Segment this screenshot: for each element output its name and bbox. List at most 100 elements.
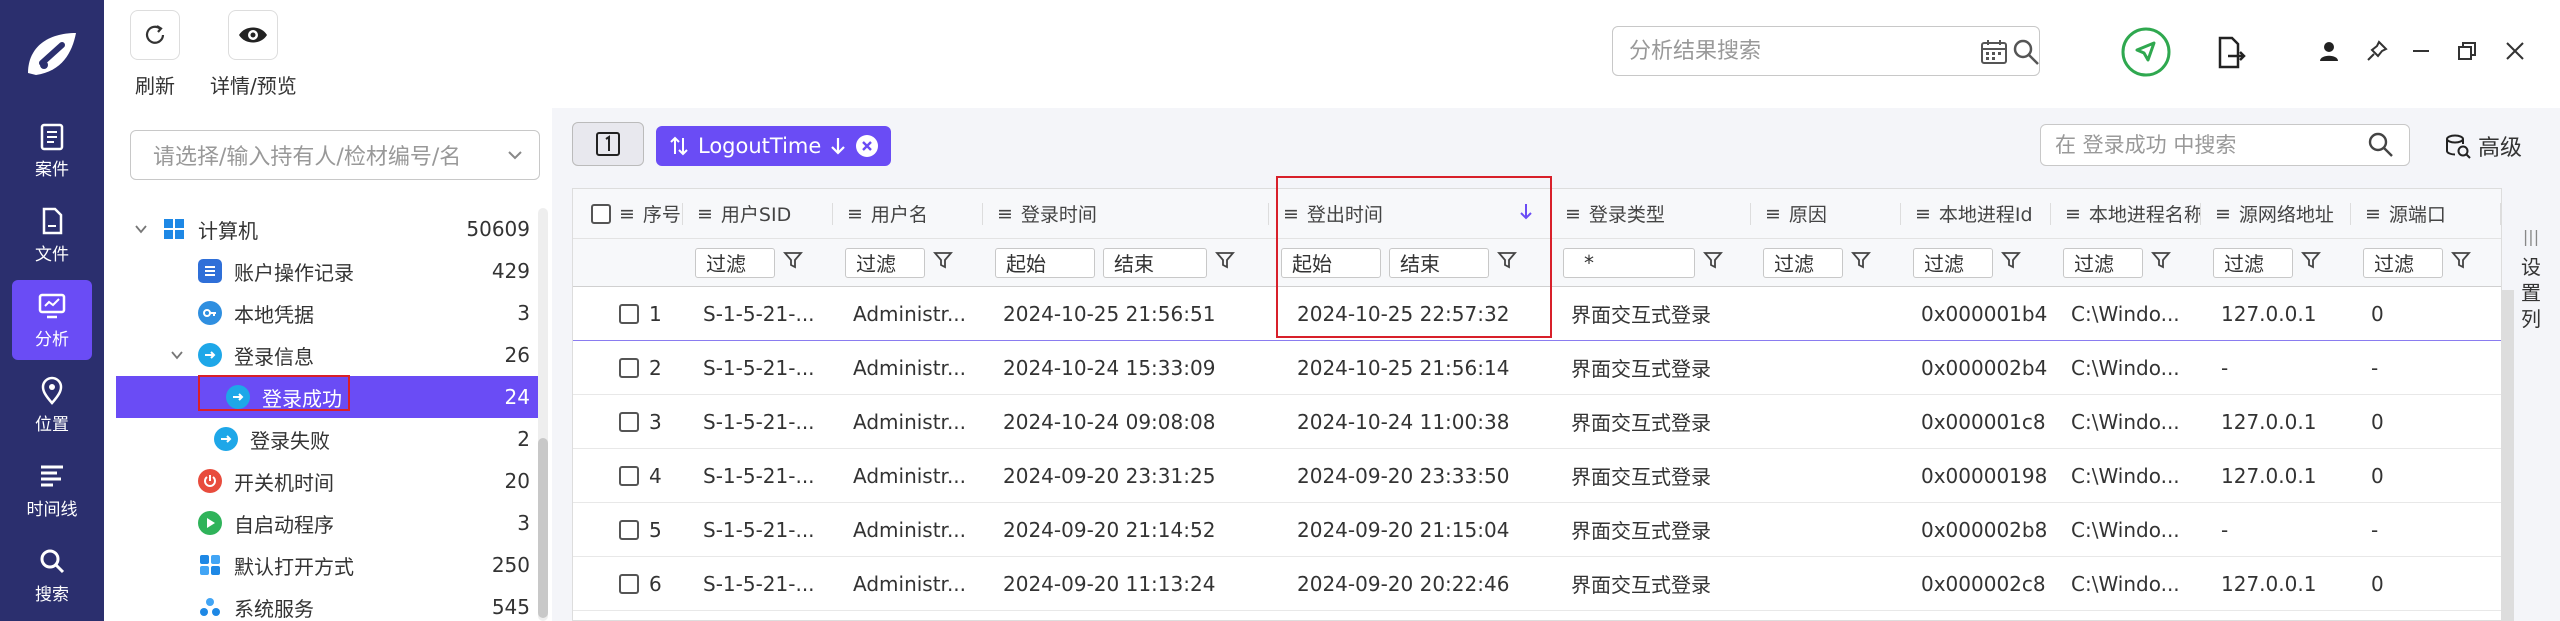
tree-item-power-time[interactable]: 开关机时间 20 (104, 460, 538, 502)
settings-column-button[interactable]: ||| 设 置 列 (2514, 224, 2548, 332)
filter-input-username[interactable]: 过滤 (845, 247, 925, 278)
row-checkbox[interactable] (619, 573, 639, 594)
table-search-input[interactable] (2055, 133, 2355, 157)
minimize-icon[interactable] (2410, 40, 2432, 62)
filter-icon[interactable] (783, 250, 803, 275)
tree-item-system-services[interactable]: 系统服务 545 (104, 586, 538, 621)
select-all-checkbox[interactable] (591, 203, 611, 224)
tree-scrollbar[interactable] (538, 208, 548, 621)
filter-login-start[interactable]: 起始 (995, 247, 1095, 278)
filter-icon[interactable] (1703, 250, 1723, 275)
calendar-icon[interactable] (1979, 37, 2009, 67)
chevron-down-icon[interactable] (130, 221, 152, 237)
header-user-sid[interactable]: ≡ 用户SID (683, 189, 833, 238)
check-status-icon[interactable] (2120, 26, 2172, 78)
pin-icon[interactable] (2366, 40, 2388, 62)
services-icon (198, 595, 222, 619)
column-menu-icon[interactable]: ≡ (2065, 203, 2081, 225)
column-menu-icon[interactable]: ≡ (1565, 203, 1581, 225)
row-checkbox[interactable] (619, 411, 639, 432)
export-icon[interactable] (2214, 36, 2248, 70)
tree-item-default-open[interactable]: 默认打开方式 250 (104, 544, 538, 586)
filter-icon[interactable] (2151, 250, 2171, 275)
header-src-port[interactable]: ≡ 源端口 (2351, 189, 2501, 238)
row-checkbox[interactable] (619, 357, 639, 378)
tree-item-computer[interactable]: 计算机 50609 (104, 208, 538, 250)
filter-icon[interactable] (933, 250, 953, 275)
filter-icon[interactable] (1851, 250, 1871, 275)
table-row[interactable]: 3 S-1-5-21-... Administr... 2024-10-24 0… (573, 395, 2501, 449)
column-menu-icon[interactable]: ≡ (619, 203, 635, 225)
tree-item-account-ops[interactable]: 账户操作记录 429 (104, 250, 538, 292)
holder-selector[interactable]: 请选择/输入持有人/检材编号/名 (130, 130, 540, 180)
column-group-button[interactable] (572, 122, 644, 166)
filter-icon[interactable] (2451, 250, 2471, 275)
filter-icon[interactable] (2001, 250, 2021, 275)
header-reason[interactable]: ≡ 原因 (1751, 189, 1901, 238)
row-checkbox[interactable] (619, 519, 639, 540)
table-row[interactable]: 2 S-1-5-21-... Administr... 2024-10-24 1… (573, 341, 2501, 395)
tree-item-autostart[interactable]: 自启动程序 3 (104, 502, 538, 544)
filter-icon[interactable] (2301, 250, 2321, 275)
column-menu-icon[interactable]: ≡ (847, 203, 863, 225)
tree-item-label: 本地凭据 (234, 302, 314, 327)
tree-item-login-failed[interactable]: 登录失败 2 (104, 418, 538, 460)
user-icon[interactable] (2318, 40, 2340, 62)
header-username[interactable]: ≡ 用户名 (833, 189, 983, 238)
cell-pid: 0x000002b4 (1921, 355, 2048, 380)
filter-input-pid[interactable]: 过滤 (1913, 247, 1993, 278)
refresh-button[interactable]: 刷新 (130, 10, 180, 99)
column-menu-icon[interactable]: ≡ (697, 203, 713, 225)
row-checkbox[interactable] (619, 303, 639, 324)
header-logon-type[interactable]: ≡ 登录类型 (1551, 189, 1751, 238)
tree-item-login-info[interactable]: 登录信息 26 (104, 334, 538, 376)
filter-input-addr[interactable]: 过滤 (2213, 247, 2293, 278)
tree-item-local-credentials[interactable]: 本地凭据 3 (104, 292, 538, 334)
nav-item-analysis[interactable]: 分析 (12, 280, 92, 360)
search-icon[interactable] (2011, 37, 2041, 67)
filter-input-reason[interactable]: 过滤 (1763, 247, 1843, 278)
filter-icon[interactable] (1215, 250, 1235, 275)
clear-sort-icon[interactable] (855, 134, 879, 158)
sort-chip[interactable]: LogoutTime (656, 126, 892, 166)
cell-sid: S-1-5-21-... (703, 571, 815, 596)
advanced-search-button[interactable]: 高级 (2444, 130, 2522, 162)
analysis-search-input[interactable] (1629, 38, 1969, 64)
toolbar: 刷新 详情/预览 (104, 0, 2560, 108)
row-number: 1 (649, 301, 662, 326)
table-row[interactable]: 6 S-1-5-21-... Administr... 2024-09-20 1… (573, 557, 2501, 611)
tree-scrollbar-thumb[interactable] (538, 438, 548, 618)
nav-item-location[interactable]: 位置 (12, 365, 92, 445)
filter-input-port[interactable]: 过滤 (2363, 247, 2443, 278)
row-checkbox[interactable] (619, 465, 639, 486)
header-login-time[interactable]: ≡ 登录时间 (983, 189, 1269, 238)
table-scrollbar[interactable] (2502, 290, 2514, 621)
nav-item-timeline[interactable]: 时间线 (12, 450, 92, 530)
nav-item-case[interactable]: 案件 (12, 110, 92, 190)
column-menu-icon[interactable]: ≡ (1915, 203, 1931, 225)
left-nav: 案件 文件 分析 位置 时间线 搜索 (0, 0, 104, 621)
nav-item-file[interactable]: 文件 (12, 195, 92, 275)
header-local-pname[interactable]: ≡ 本地进程名称 (2051, 189, 2201, 238)
filter-input-sid[interactable]: 过滤 (695, 247, 775, 278)
column-menu-icon[interactable]: ≡ (997, 203, 1013, 225)
table-row[interactable]: 5 S-1-5-21-... Administr... 2024-09-20 2… (573, 503, 2501, 557)
table-scrollbar-thumb[interactable] (2502, 290, 2514, 621)
filter-input-pname[interactable]: 过滤 (2063, 247, 2143, 278)
nav-item-search[interactable]: 搜索 (12, 535, 92, 615)
restore-icon[interactable] (2456, 40, 2478, 62)
close-icon[interactable] (2504, 40, 2526, 62)
filter-login-end[interactable]: 结束 (1103, 247, 1207, 278)
table-row[interactable]: 4 S-1-5-21-... Administr... 2024-09-20 2… (573, 449, 2501, 503)
column-menu-icon[interactable]: ≡ (1765, 203, 1781, 225)
header-src-addr[interactable]: ≡ 源网络地址 (2201, 189, 2351, 238)
search-icon[interactable] (2367, 131, 2395, 159)
chevron-down-icon[interactable] (166, 347, 188, 363)
header-index[interactable]: ≡ 序号 (573, 189, 683, 238)
header-local-pid[interactable]: ≡ 本地进程Id (1901, 189, 2051, 238)
column-menu-icon[interactable]: ≡ (2215, 203, 2231, 225)
column-menu-icon[interactable]: ≡ (2365, 203, 2381, 225)
filter-input-logon-type[interactable]: * (1563, 247, 1695, 278)
detail-preview-button[interactable]: 详情/预览 (210, 10, 297, 99)
clipboard-icon (40, 123, 64, 150)
